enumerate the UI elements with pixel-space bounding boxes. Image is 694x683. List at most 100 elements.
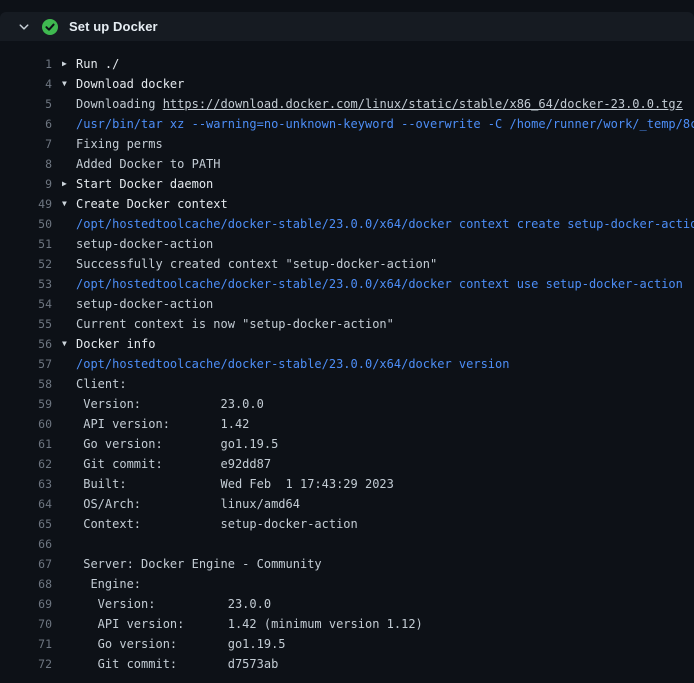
line-number: 50 xyxy=(8,214,52,234)
log-text: Go version: go1.19.5 xyxy=(76,434,278,454)
line-number: 8 xyxy=(8,154,52,174)
log-text: Version: 23.0.0 xyxy=(76,394,264,414)
log-line: 57/opt/hostedtoolcache/docker-stable/23.… xyxy=(0,354,694,374)
log-text: Client: xyxy=(76,374,127,394)
line-number: 53 xyxy=(8,274,52,294)
line-number: 61 xyxy=(8,434,52,454)
log-text: setup-docker-action xyxy=(76,234,213,254)
log-link[interactable]: https://download.docker.com/linux/static… xyxy=(163,97,683,111)
line-number: 68 xyxy=(8,574,52,594)
line-number: 66 xyxy=(8,534,52,554)
line-number: 49 xyxy=(8,194,52,214)
group-expanded-icon[interactable]: ▼ xyxy=(62,194,76,214)
group-collapsed-icon[interactable]: ▶ xyxy=(62,54,76,74)
log-text: Successfully created context "setup-dock… xyxy=(76,254,437,274)
line-number: 51 xyxy=(8,234,52,254)
log-line: 67 Server: Docker Engine - Community xyxy=(0,554,694,574)
log-text: Fixing perms xyxy=(76,134,163,154)
log-line: 1 ▶Run ./ xyxy=(0,54,694,74)
log-text: Go version: go1.19.5 xyxy=(76,634,286,654)
log-text: OS/Arch: linux/amd64 xyxy=(76,494,300,514)
log-text: Context: setup-docker-action xyxy=(76,514,358,534)
step-title: Set up Docker xyxy=(69,19,158,34)
line-number: 69 xyxy=(8,594,52,614)
chevron-down-icon[interactable] xyxy=(17,20,31,34)
log-text: Current context is now "setup-docker-act… xyxy=(76,314,394,334)
log-line: 7 Fixing perms xyxy=(0,134,694,154)
log-line: 6/usr/bin/tar xz --warning=no-unknown-ke… xyxy=(0,114,694,134)
command-text: /usr/bin/tar xz --warning=no-unknown-key… xyxy=(76,114,694,134)
line-number: 72 xyxy=(8,654,52,674)
log-line: 71 Go version: go1.19.5 xyxy=(0,634,694,654)
log-line: 58 Client: xyxy=(0,374,694,394)
group-title[interactable]: Docker info xyxy=(76,334,155,354)
log-line: 50/opt/hostedtoolcache/docker-stable/23.… xyxy=(0,214,694,234)
log-text: API version: 1.42 (minimum version 1.12) xyxy=(76,614,423,634)
log-line: 4 ▼Download docker xyxy=(0,74,694,94)
log-line: 62 Git commit: e92dd87 xyxy=(0,454,694,474)
line-number: 6 xyxy=(8,114,52,134)
log-line: 59 Version: 23.0.0 xyxy=(0,394,694,414)
line-number: 9 xyxy=(8,174,52,194)
group-title[interactable]: Download docker xyxy=(76,74,184,94)
log-line: 8 Added Docker to PATH xyxy=(0,154,694,174)
line-number: 65 xyxy=(8,514,52,534)
line-number: 57 xyxy=(8,354,52,374)
line-number: 60 xyxy=(8,414,52,434)
success-check-icon xyxy=(42,19,58,35)
line-number: 59 xyxy=(8,394,52,414)
line-number: 1 xyxy=(8,54,52,74)
group-expanded-icon[interactable]: ▼ xyxy=(62,74,76,94)
line-number: 4 xyxy=(8,74,52,94)
log-line: 64 OS/Arch: linux/amd64 xyxy=(0,494,694,514)
log-text: Git commit: e92dd87 xyxy=(76,454,271,474)
line-number: 54 xyxy=(8,294,52,314)
log-line: 49 ▼Create Docker context xyxy=(0,194,694,214)
log-line: 72 Git commit: d7573ab xyxy=(0,654,694,674)
line-number: 56 xyxy=(8,334,52,354)
log-line: 63 Built: Wed Feb 1 17:43:29 2023 xyxy=(0,474,694,494)
line-number: 67 xyxy=(8,554,52,574)
line-number: 7 xyxy=(8,134,52,154)
log-line: 51 setup-docker-action xyxy=(0,234,694,254)
log-text: Downloading https://download.docker.com/… xyxy=(76,94,683,114)
command-text: /opt/hostedtoolcache/docker-stable/23.0.… xyxy=(76,354,509,374)
log-text: Built: Wed Feb 1 17:43:29 2023 xyxy=(76,474,394,494)
line-number: 70 xyxy=(8,614,52,634)
log-line: 68 Engine: xyxy=(0,574,694,594)
log-line: 9 ▶Start Docker daemon xyxy=(0,174,694,194)
log-line: 61 Go version: go1.19.5 xyxy=(0,434,694,454)
log-line: 56 ▼Docker info xyxy=(0,334,694,354)
log-line: 55 Current context is now "setup-docker-a… xyxy=(0,314,694,334)
line-number: 63 xyxy=(8,474,52,494)
command-text: /opt/hostedtoolcache/docker-stable/23.0.… xyxy=(76,274,683,294)
log-text: Version: 23.0.0 xyxy=(76,594,271,614)
log-text: Server: Docker Engine - Community xyxy=(76,554,322,574)
group-expanded-icon[interactable]: ▼ xyxy=(62,334,76,354)
log-text: Added Docker to PATH xyxy=(76,154,221,174)
log-line: 70 API version: 1.42 (minimum version 1.… xyxy=(0,614,694,634)
log-line: 54setup-docker-action xyxy=(0,294,694,314)
log-line: 53/opt/hostedtoolcache/docker-stable/23.… xyxy=(0,274,694,294)
line-number: 64 xyxy=(8,494,52,514)
log-text: API version: 1.42 xyxy=(76,414,249,434)
log-line: 66 xyxy=(0,534,694,554)
line-number: 5 xyxy=(8,94,52,114)
log-line: 60 API version: 1.42 xyxy=(0,414,694,434)
line-number: 55 xyxy=(8,314,52,334)
log-line: 5 Downloading https://download.docker.com… xyxy=(0,94,694,114)
line-number: 71 xyxy=(8,634,52,654)
log-line: 65 Context: setup-docker-action xyxy=(0,514,694,534)
line-number: 52 xyxy=(8,254,52,274)
group-title[interactable]: Run ./ xyxy=(76,54,119,74)
group-title[interactable]: Create Docker context xyxy=(76,194,228,214)
log-line: 52 Successfully created context "setup-do… xyxy=(0,254,694,274)
step-header[interactable]: Set up Docker xyxy=(0,12,694,41)
group-collapsed-icon[interactable]: ▶ xyxy=(62,174,76,194)
log-line: 69 Version: 23.0.0 xyxy=(0,594,694,614)
command-text: /opt/hostedtoolcache/docker-stable/23.0.… xyxy=(76,214,694,234)
log-text: Engine: xyxy=(76,574,141,594)
group-title[interactable]: Start Docker daemon xyxy=(76,174,213,194)
log-lines: 1▶Run ./4▼Download docker5Downloading ht… xyxy=(0,41,694,674)
line-number: 58 xyxy=(8,374,52,394)
